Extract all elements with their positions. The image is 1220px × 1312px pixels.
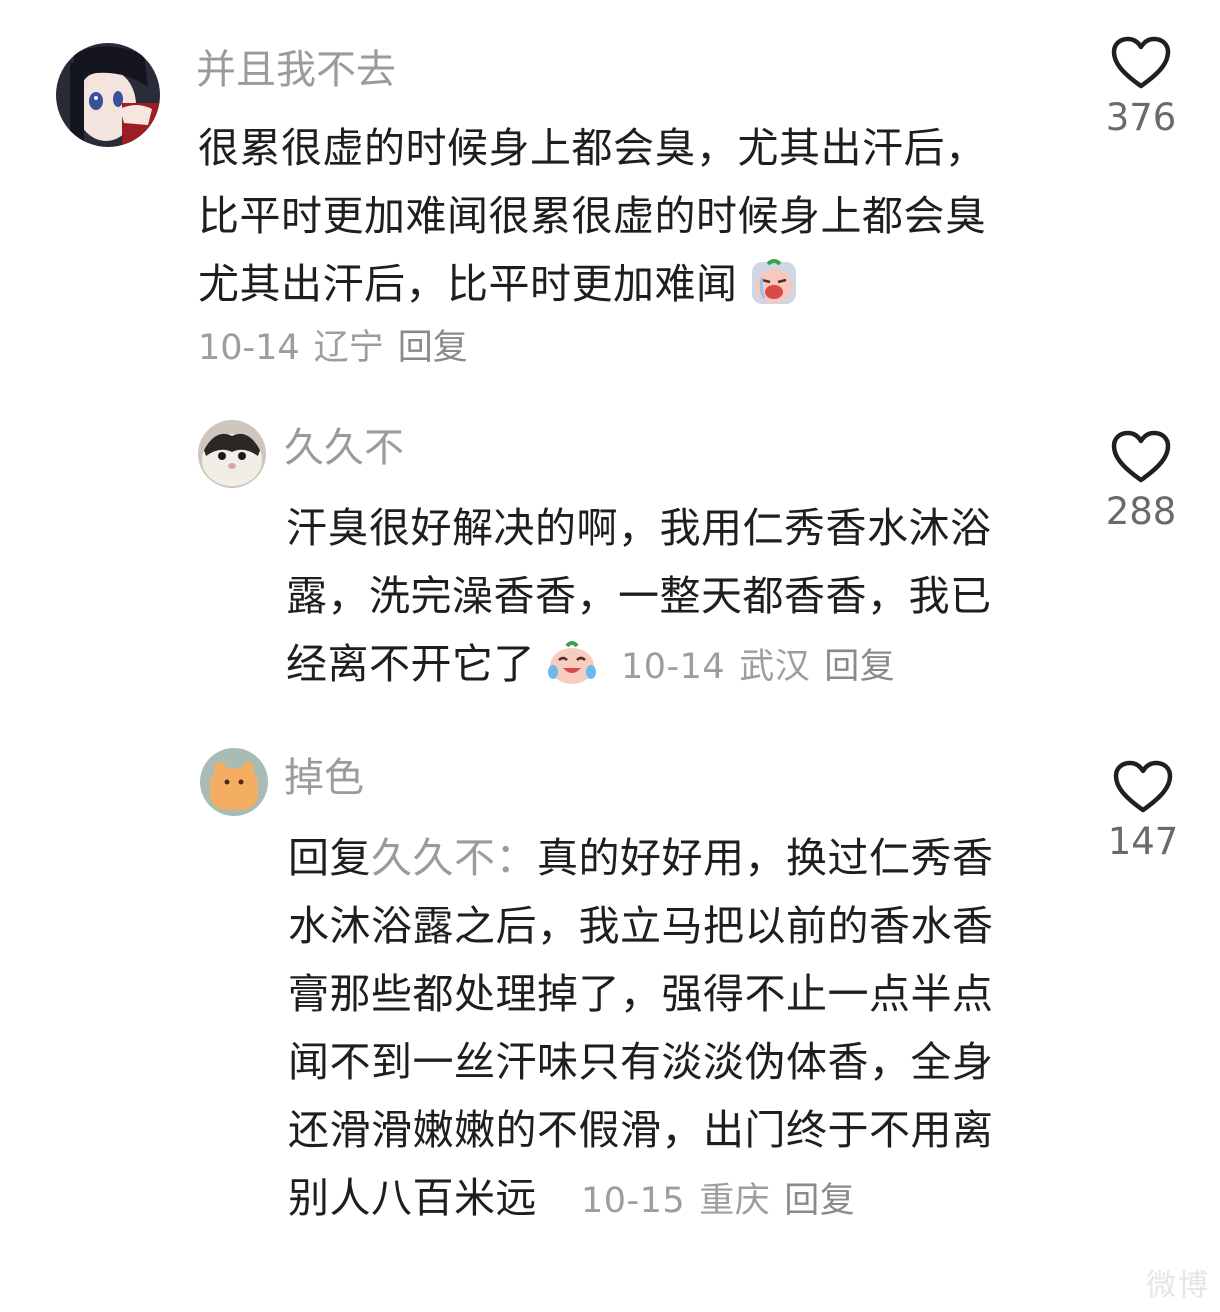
heart-outline-icon [1111, 430, 1171, 483]
comment-line: 水沐浴露之后，我立马把以前的香水香 [288, 902, 994, 950]
comment-meta: 10-14 辽宁 回复 [198, 324, 468, 372]
heart-outline-icon [1111, 36, 1171, 89]
comment-line: 经离不开它了 10-14 武汉 回复 [286, 630, 1076, 706]
avatar[interactable] [198, 420, 266, 488]
watermark: 微博 [1146, 1268, 1210, 1303]
comment-line: 别人八百米远 10-15 重庆 回复 [288, 1164, 1078, 1235]
like-button[interactable]: 147 [1088, 760, 1198, 864]
comment-username[interactable]: 掉色 [284, 754, 364, 802]
comment-date: 10-15 [581, 1181, 686, 1221]
comment-location: 重庆 [699, 1181, 771, 1221]
comment-text: 很累很虚的时候身上都会臭，尤其出汗后， 比平时更加难闻很累很虚的时候身上都会臭 … [198, 114, 1078, 326]
like-button[interactable]: 376 [1086, 36, 1196, 140]
comment-line: 很累很虚的时候身上都会臭，尤其出汗后， [198, 124, 987, 172]
comment-line: 回复久久不：真的好好用，换过仁秀香 [288, 824, 1078, 892]
reply-button[interactable]: 回复 [784, 1181, 855, 1221]
reply-button[interactable]: 回复 [398, 328, 468, 368]
like-count: 288 [1105, 490, 1177, 533]
like-count: 376 [1105, 96, 1177, 139]
comment-meta: 10-15 重庆 回复 [581, 1181, 855, 1221]
crying-face-emoji [750, 258, 798, 326]
comment-line: 膏那些都处理掉了，强得不止一点半点 [288, 970, 994, 1018]
comment-line-text: 尤其出汗后，比平时更加难闻 [198, 260, 738, 308]
comment-meta: 10-14 武汉 回复 [621, 647, 895, 687]
reply-to-username[interactable]: 久久不： [371, 834, 537, 882]
comment-line: 露，洗完澡香香，一整天都香香，我已 [286, 572, 992, 620]
like-button[interactable]: 288 [1086, 430, 1196, 534]
comment-date: 10-14 [621, 647, 726, 687]
reply-prefix: 回复 [288, 834, 371, 882]
comment-text: 回复久久不：真的好好用，换过仁秀香 水沐浴露之后，我立马把以前的香水香 膏那些都… [288, 824, 1078, 1235]
like-count: 147 [1107, 820, 1179, 863]
comment-item: 掉色 回复久久不：真的好好用，换过仁秀香 水沐浴露之后，我立马把以前的香水香 膏… [0, 730, 1220, 1250]
comment-line: 汗臭很好解决的啊，我用仁秀香水沐浴 [286, 504, 992, 552]
comment-text: 汗臭很好解决的啊，我用仁秀香水沐浴 露，洗完澡香香，一整天都香香，我已 经离不开… [286, 494, 1076, 706]
comment-item: 久久不 汗臭很好解决的啊，我用仁秀香水沐浴 露，洗完澡香香，一整天都香香，我已 … [0, 400, 1220, 720]
reply-button[interactable]: 回复 [824, 647, 895, 687]
comment-location: 辽宁 [313, 328, 384, 368]
comment-location: 武汉 [739, 647, 811, 687]
comment-line: 闻不到一丝汗味只有淡淡伪体香，全身 [288, 1038, 994, 1086]
heart-outline-icon [1113, 760, 1173, 813]
avatar[interactable] [56, 43, 160, 147]
comment-username[interactable]: 久久不 [284, 424, 404, 472]
avatar[interactable] [200, 748, 268, 816]
comment-line: 还滑滑嫩嫩的不假滑，出门终于不用离 [288, 1106, 994, 1154]
comment-date: 10-14 [198, 328, 300, 368]
comment-line: 尤其出汗后，比平时更加难闻 [198, 250, 1078, 326]
tears-of-joy-emoji [547, 638, 597, 706]
comment-item: 并且我不去 很累很虚的时候身上都会臭，尤其出汗后， 比平时更加难闻很累很虚的时候… [0, 0, 1220, 400]
comment-line-text: 经离不开它了 [286, 640, 535, 688]
comment-username[interactable]: 并且我不去 [196, 46, 396, 94]
comment-line-text: 别人八百米远 [288, 1174, 537, 1222]
comment-line-text: 真的好好用，换过仁秀香 [537, 834, 994, 882]
comment-line: 比平时更加难闻很累很虚的时候身上都会臭 [198, 192, 987, 240]
